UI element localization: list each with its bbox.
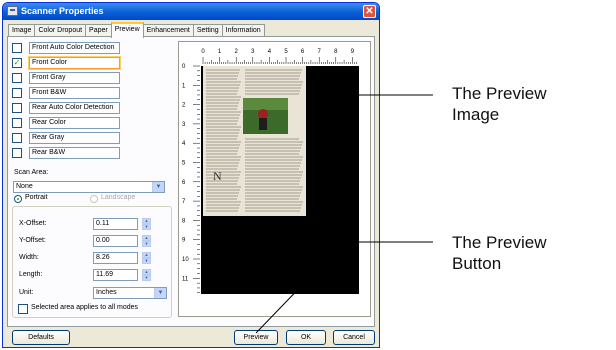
checkmark-icon: ✓ [13,58,21,67]
ruler-tick-label: 11 [182,276,189,282]
callout-line-1: The Preview [452,84,547,103]
scan-area-dropdown[interactable]: None ▼ [13,181,165,193]
y-offset-label: Y-Offset: [19,237,46,244]
cancel-button[interactable]: Cancel [333,330,375,345]
width-label: Width: [19,254,39,261]
window-title: Scanner Properties [21,6,104,16]
length-label: Length: [19,271,43,278]
portrait-radio[interactable] [14,195,22,203]
preview-image-area[interactable]: 0123456789 0 1 2 3 4 5 6 7 8 9 10 11 N [178,41,371,317]
preview-canvas: 0123456789 01234567891011 N [179,42,370,316]
preview-tab-panel: Front Auto Color Detection ✓ Front Color… [7,36,375,327]
unit-label: Unit: [19,289,34,296]
y-offset-input[interactable]: 0.00 [93,235,138,247]
scanner-icon [7,6,18,16]
spin-down-icon[interactable]: ▼ [142,258,151,264]
checkbox[interactable] [12,88,22,98]
landscape-label: Landscape [101,194,136,201]
callout-preview-button: The Preview Button [452,232,546,274]
apply-all-label: Selected area applies to all modes [31,304,139,311]
image-type-label: Front B&W [29,87,120,99]
checkbox[interactable] [12,103,22,113]
svg-text:N: N [213,169,222,183]
length-input[interactable]: 11.69 [93,269,138,281]
length-spinner[interactable]: ▲ ▼ [142,269,151,281]
callout-line-1: The Preview [452,233,547,252]
image-type-label: Rear Auto Color Detection [29,102,120,114]
chevron-down-icon: ▼ [154,288,166,298]
portrait-label: Portrait [25,194,48,201]
x-offset-label: X-Offset: [19,220,47,227]
spin-down-icon[interactable]: ▼ [142,224,151,230]
width-spinner[interactable]: ▲ ▼ [142,252,151,264]
scan-area-settings-group: X-Offset: 0.11 ▲ ▼ Y-Offset: 0.00 ▲ ▼ Widt… [12,206,172,318]
x-offset-input[interactable]: 0.11 [93,218,138,230]
callout-preview-image: The Preview Image [452,83,546,125]
image-type-label: Rear Color [29,117,120,129]
image-type-label: Front Color [28,56,121,70]
image-type-label: Front Gray [29,72,120,84]
ok-button[interactable]: OK [286,330,326,345]
ruler-tick-label: 10 [182,257,189,263]
callout-line-2: Button [452,254,502,273]
defaults-button[interactable]: Defaults [12,330,70,345]
image-type-label: Rear B&W [29,147,120,159]
scanner-properties-window: Scanner Properties ✕ Image Color Dropout… [2,2,380,348]
scanned-page [203,66,306,216]
landscape-radio[interactable] [90,195,98,203]
image-type-label: Rear Gray [29,132,120,144]
apply-all-checkbox[interactable] [18,304,28,314]
checkbox-checked[interactable]: ✓ [12,58,22,68]
spin-down-icon[interactable]: ▼ [142,241,151,247]
checkbox[interactable] [12,133,22,143]
tab-preview[interactable]: Preview [110,22,144,38]
callout-line-2: Image [452,105,500,124]
title-bar: Scanner Properties ✕ [3,3,379,20]
checkbox[interactable] [12,43,22,53]
tab-strip: Image Color Dropout Paper Preview Enhanc… [8,22,265,38]
close-icon: ✕ [365,6,374,17]
scan-area-value: None [16,183,33,190]
preview-button[interactable]: Preview [234,330,278,345]
close-button[interactable]: ✕ [363,5,376,18]
checkbox[interactable] [12,148,22,158]
width-input[interactable]: 8.26 [93,252,138,264]
spin-down-icon[interactable]: ▼ [142,275,151,281]
checkbox[interactable] [12,118,22,128]
checkbox[interactable] [12,73,22,83]
scan-area-label: Scan Area: [14,169,49,176]
x-offset-spinner[interactable]: ▲ ▼ [142,218,151,230]
unit-dropdown[interactable]: Inches ▼ [93,287,167,299]
image-type-label: Front Auto Color Detection [29,42,120,54]
chevron-down-icon: ▼ [152,182,164,192]
unit-value: Inches [96,289,117,296]
y-offset-spinner[interactable]: ▲ ▼ [142,235,151,247]
